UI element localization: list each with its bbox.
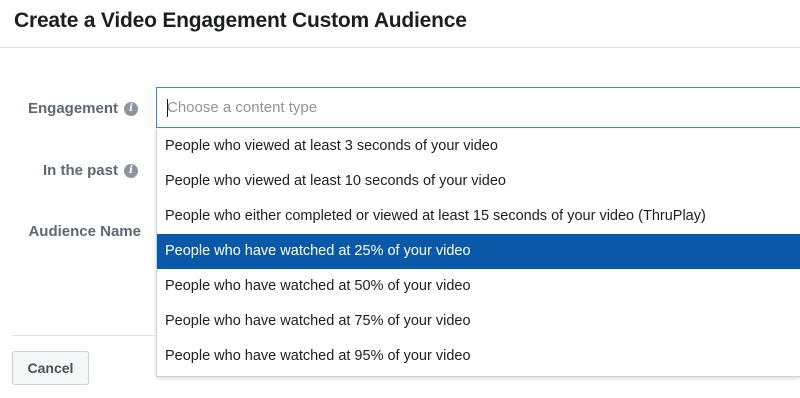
footer-divider xyxy=(12,335,158,336)
dropdown-option-95-percent[interactable]: People who have watched at 95% of your v… xyxy=(157,339,800,374)
dropdown-option-10-seconds[interactable]: People who viewed at least 10 seconds of… xyxy=(157,164,800,199)
in-the-past-label-row: In the past i xyxy=(28,162,138,179)
text-cursor xyxy=(167,99,168,117)
cancel-button[interactable]: Cancel xyxy=(12,351,89,385)
in-the-past-label: In the past xyxy=(42,162,118,179)
dialog-title: Create a Video Engagement Custom Audienc… xyxy=(14,9,467,32)
title-divider xyxy=(0,47,800,48)
content-type-input[interactable] xyxy=(167,88,767,127)
content-type-dropdown: People who viewed at least 3 seconds of … xyxy=(156,129,800,377)
content-type-select[interactable] xyxy=(156,87,800,128)
dropdown-option-thruplay[interactable]: People who either completed or viewed at… xyxy=(157,199,800,234)
dropdown-option-75-percent[interactable]: People who have watched at 75% of your v… xyxy=(157,304,800,339)
info-icon[interactable]: i xyxy=(124,101,138,116)
engagement-label: Engagement xyxy=(28,100,119,117)
info-icon[interactable]: i xyxy=(124,163,138,178)
dropdown-option-3-seconds[interactable]: People who viewed at least 3 seconds of … xyxy=(157,129,800,164)
audience-name-label: Audience Name xyxy=(28,223,141,240)
engagement-label-row: Engagement i xyxy=(28,100,138,117)
audience-name-label-row: Audience Name xyxy=(20,223,141,240)
dropdown-option-50-percent[interactable]: People who have watched at 50% of your v… xyxy=(157,269,800,304)
dropdown-option-25-percent[interactable]: People who have watched at 25% of your v… xyxy=(157,234,800,269)
